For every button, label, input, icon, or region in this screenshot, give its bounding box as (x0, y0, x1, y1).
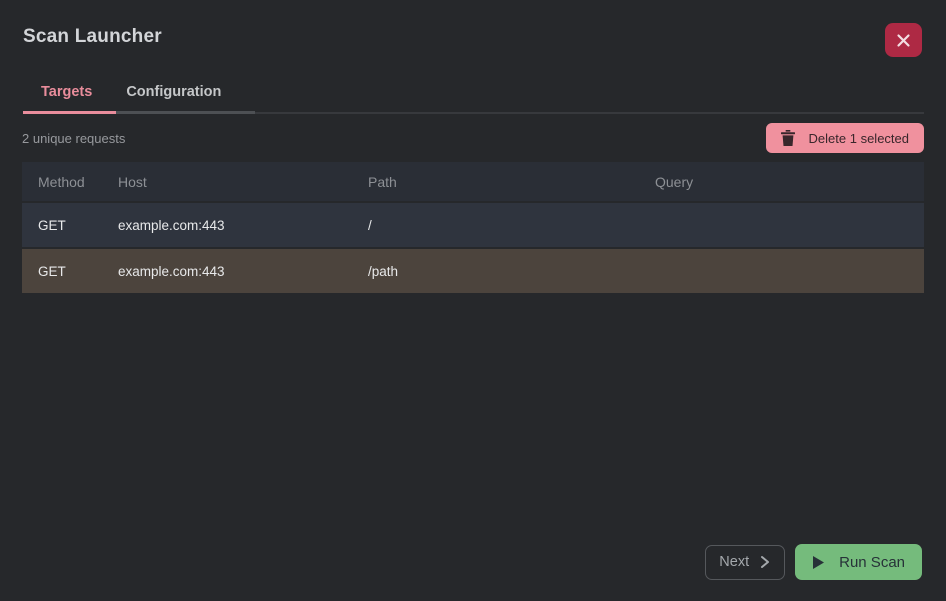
delete-selected-button[interactable]: Delete 1 selected (766, 123, 924, 153)
page-title: Scan Launcher (23, 23, 162, 48)
column-header-host: Host (118, 174, 368, 190)
next-button[interactable]: Next (705, 545, 785, 580)
run-scan-label: Run Scan (839, 554, 905, 571)
column-header-method: Method (38, 174, 118, 190)
column-header-query: Query (655, 174, 924, 190)
delete-selected-label: Delete 1 selected (809, 131, 909, 146)
unique-requests-count: 2 unique requests (22, 131, 125, 146)
cell-method: GET (38, 218, 118, 233)
table-toolbar: 2 unique requests Delete 1 selected (22, 114, 924, 162)
next-button-label: Next (719, 554, 749, 570)
close-button[interactable] (885, 23, 922, 57)
active-tab-underline (23, 111, 116, 114)
tab-targets[interactable]: Targets (41, 78, 92, 100)
cell-host: example.com:443 (118, 264, 368, 279)
play-icon (812, 555, 825, 570)
cell-host: example.com:443 (118, 218, 368, 233)
table-header-row: Method Host Path Query (22, 162, 924, 201)
tab-configuration[interactable]: Configuration (126, 78, 221, 100)
cell-path: /path (368, 264, 655, 279)
cell-method: GET (38, 264, 118, 279)
scan-launcher-dialog: { "dialog": { "title": "Scan Launcher" }… (0, 0, 946, 601)
table-row[interactable]: GETexample.com:443/path (22, 249, 924, 293)
tab-bar: Targets Configuration (23, 78, 924, 114)
chevron-right-icon (759, 555, 771, 569)
requests-table: Method Host Path Query GETexample.com:44… (22, 162, 924, 293)
column-header-path: Path (368, 174, 655, 190)
dialog-footer: Next Run Scan (705, 544, 922, 580)
close-icon (896, 33, 911, 48)
dialog-header: Scan Launcher (0, 0, 946, 57)
run-scan-button[interactable]: Run Scan (795, 544, 922, 580)
cell-path: / (368, 218, 655, 233)
table-row[interactable]: GETexample.com:443/ (22, 203, 924, 247)
table-body: GETexample.com:443/GETexample.com:443/pa… (22, 203, 924, 293)
trash-icon (781, 130, 795, 146)
